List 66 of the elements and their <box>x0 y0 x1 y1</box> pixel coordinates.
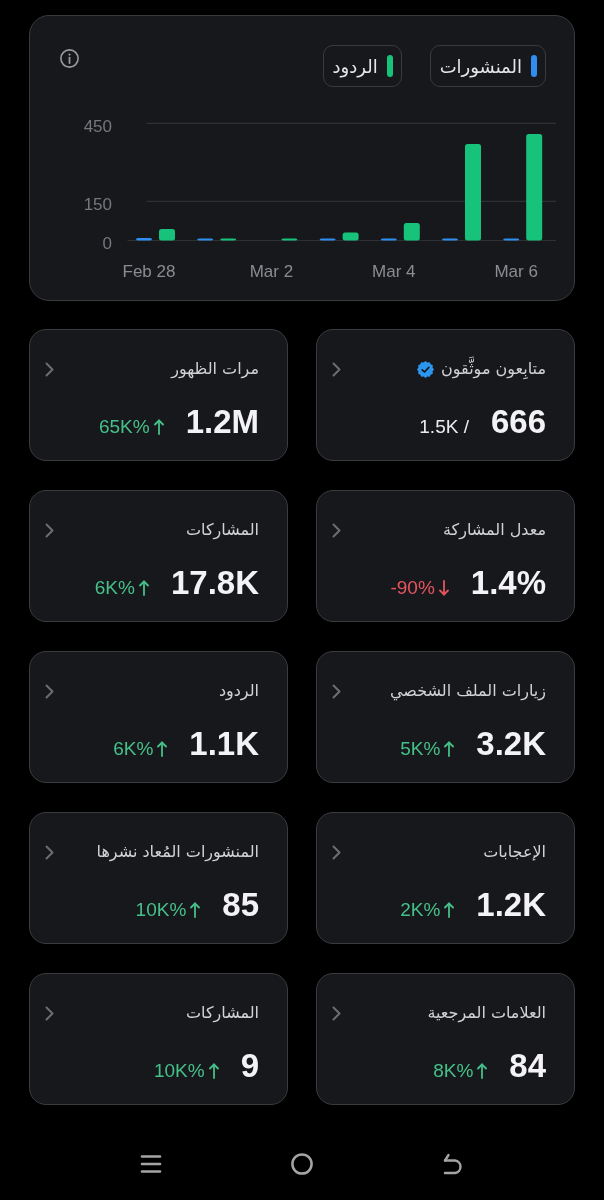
stat-title: الإعجابات <box>483 841 546 863</box>
stat-title: المشاركات <box>186 519 259 542</box>
chevron-right-icon <box>332 1005 341 1021</box>
stat-value: 9 <box>240 1049 259 1082</box>
stat-title: المنشورات المُعاد نشرها <box>96 841 259 864</box>
change-text: 65K% <box>98 416 150 438</box>
info-icon[interactable] <box>60 49 79 68</box>
legend-chip[interactable]: المنشورات <box>429 45 546 87</box>
stat-value: 3.2K <box>476 727 546 760</box>
stat-value: 1.1K <box>189 727 259 760</box>
change-text: 10K% <box>153 1060 205 1082</box>
stat-title: زيارات الملف الشخصي <box>389 680 546 703</box>
change-text: 5K% <box>400 738 441 760</box>
stat-title: معدل المشاركة <box>442 519 546 542</box>
stat-value: 1.2K <box>476 888 546 921</box>
y-axis-label: 0 <box>102 234 112 253</box>
legend-chip[interactable]: الردود <box>322 45 402 87</box>
legend-label: الردود <box>332 55 378 77</box>
chart-bar <box>319 238 336 241</box>
change-text: 6K% <box>94 577 135 599</box>
x-axis-label: Mar 2 <box>249 261 294 281</box>
stat-title: الردود <box>218 680 259 703</box>
stat-value: 666 <box>490 405 546 438</box>
stat-title: مرات الظهور <box>171 358 259 381</box>
home-icon[interactable] <box>291 1153 313 1175</box>
chart-bar <box>342 232 359 241</box>
stat-total: 1.5K / <box>419 416 469 438</box>
chevron-right-icon <box>45 522 54 538</box>
y-axis-label: 450 <box>83 116 112 136</box>
chart-bar <box>403 223 420 241</box>
chevron-right-icon <box>45 844 54 860</box>
stat-value: 17.8K <box>170 566 259 599</box>
chart-bar <box>220 238 237 241</box>
x-axis-label: Feb 28 <box>122 261 176 281</box>
change-text: 8K% <box>433 1060 474 1082</box>
chart-bar <box>503 238 520 241</box>
chevron-right-icon <box>45 361 54 377</box>
stat-title: متابِعون موثَّقون <box>441 357 546 381</box>
stat-value: 1.4% <box>470 566 546 599</box>
y-axis-label: 150 <box>83 194 112 214</box>
change-text: -90% <box>390 577 435 599</box>
change-text: 10K% <box>135 899 187 921</box>
chart-bar <box>442 238 458 241</box>
stat-value: 85 <box>222 888 259 921</box>
change-text: 2K% <box>400 899 441 921</box>
chart-bar <box>136 237 152 241</box>
stat-value: 1.2M <box>185 405 259 438</box>
menu-icon[interactable] <box>140 1153 162 1175</box>
x-axis-label: Mar 6 <box>494 261 538 281</box>
stat-value: 84 <box>509 1049 546 1082</box>
chevron-right-icon <box>332 361 341 377</box>
change-text: 6K% <box>113 738 154 760</box>
chart-bar <box>197 238 214 241</box>
chevron-right-icon <box>45 1005 54 1021</box>
stat-title: المشاركات <box>186 1002 259 1025</box>
chevron-right-icon <box>332 683 341 699</box>
chevron-right-icon <box>332 522 341 538</box>
chevron-right-icon <box>45 683 54 699</box>
chart-bar <box>380 238 397 241</box>
x-axis-label: Mar 4 <box>372 261 416 281</box>
chart-bar <box>281 238 298 241</box>
back-icon[interactable] <box>442 1153 464 1175</box>
stat-title: العلامات المرجعية <box>427 1002 546 1025</box>
chart-bar <box>159 229 175 241</box>
legend-label: المنشورات <box>439 55 522 77</box>
chevron-right-icon <box>332 844 341 860</box>
